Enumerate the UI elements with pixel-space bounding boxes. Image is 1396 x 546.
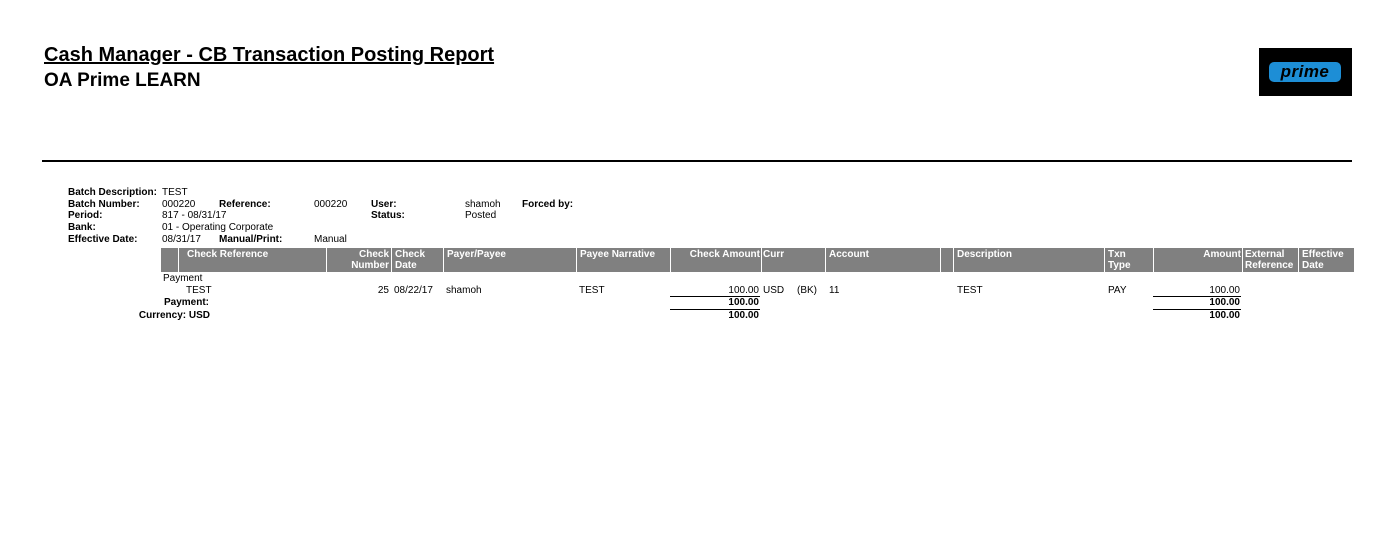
prime-logo: prime	[1259, 48, 1352, 96]
header-curr-label: Curr	[763, 249, 785, 260]
currency-total-check-amount: 100.00	[728, 310, 759, 321]
column-header-check-reference: Check Reference	[178, 248, 327, 272]
row-payee-narrative: TEST	[579, 285, 605, 296]
header-effective-date-line1: Effective	[1302, 249, 1344, 260]
column-header-account: Account	[825, 248, 940, 272]
header-txn-type-line2: Type	[1108, 260, 1131, 271]
row-account: 11	[829, 285, 840, 296]
header-check-number-line2: Number	[351, 260, 389, 271]
period-label: Period:	[68, 210, 103, 221]
column-header-check-number: Check Number	[326, 248, 391, 272]
header-external-reference-line1: External	[1245, 249, 1285, 260]
column-header-account-prefix	[794, 248, 825, 272]
bank-value: 01 - Operating Corporate	[162, 222, 274, 233]
row-account-prefix: (BK)	[797, 285, 817, 296]
row-check-number: 25	[377, 285, 389, 296]
header-payer-payee-label: Payer/Payee	[447, 249, 506, 260]
batch-description-value: TEST	[162, 187, 188, 198]
column-header-check-date: Check Date	[391, 248, 444, 272]
prime-logo-text: prime	[1269, 62, 1341, 82]
header-check-number-line1: Check	[358, 249, 389, 260]
header-divider	[42, 160, 1352, 162]
payment-total-amount: 100.00	[1209, 297, 1240, 308]
column-header-external-reference: External Reference	[1242, 248, 1298, 272]
row-check-reference: TEST	[186, 285, 212, 296]
forced-by-label: Forced by:	[522, 199, 574, 210]
column-header-curr: Curr	[761, 248, 795, 272]
payment-group-label: Payment	[163, 273, 203, 284]
header-description-label: Description	[957, 249, 1013, 260]
header-effective-date-line2: Date	[1302, 260, 1324, 271]
period-value: 817 - 08/31/17	[162, 210, 227, 221]
currency-total-amount: 100.00	[1209, 310, 1240, 321]
bank-label: Bank:	[68, 222, 96, 233]
header-amount-label: Amount	[1203, 249, 1241, 260]
row-check-date: 08/22/17	[394, 285, 433, 296]
row-payer-payee: shamoh	[446, 285, 482, 296]
report-title: Cash Manager - CB Transaction Posting Re…	[44, 44, 495, 66]
company-name: OA Prime LEARN	[44, 70, 201, 91]
header-check-date-line2: Date	[395, 260, 417, 271]
effective-date-label: Effective Date:	[68, 234, 138, 245]
reference-value: 000220	[314, 199, 348, 210]
column-header-blank	[161, 248, 178, 272]
effective-date-value: 08/31/17	[162, 234, 201, 245]
column-header-payer-payee: Payer/Payee	[443, 248, 576, 272]
row-description: TEST	[957, 285, 983, 296]
column-header-amount: Amount	[1153, 248, 1242, 272]
batch-description-label: Batch Description:	[68, 187, 157, 198]
header-check-reference-label: Check Reference	[187, 249, 269, 260]
row-curr: USD	[763, 285, 785, 296]
row-txn-type: PAY	[1108, 285, 1127, 296]
column-header-effective-date: Effective Date	[1298, 248, 1354, 272]
header-account-label: Account	[829, 249, 869, 260]
header-check-date-line1: Check	[395, 249, 426, 260]
status-label: Status:	[371, 210, 405, 221]
column-header-check-amount: Check Amount	[670, 248, 761, 272]
status-value: Posted	[465, 210, 497, 221]
column-header-spacer	[940, 248, 954, 272]
column-header-txn-type: Txn Type	[1104, 248, 1153, 272]
header-external-reference-line2: Reference	[1245, 260, 1294, 271]
payment-total-label: Payment:	[163, 297, 209, 308]
payment-total-check-amount: 100.00	[728, 297, 759, 308]
header-check-amount-label: Check Amount	[689, 249, 760, 260]
currency-total-label: Currency: USD	[138, 310, 210, 321]
column-header-description: Description	[953, 248, 1105, 272]
header-txn-type-line1: Txn	[1108, 249, 1126, 260]
header-payee-narrative-label: Payee Narrative	[580, 249, 656, 260]
manual-print-label: Manual/Print:	[219, 234, 283, 245]
manual-print-value: Manual	[314, 234, 347, 245]
column-header-payee-narrative: Payee Narrative	[576, 248, 671, 272]
